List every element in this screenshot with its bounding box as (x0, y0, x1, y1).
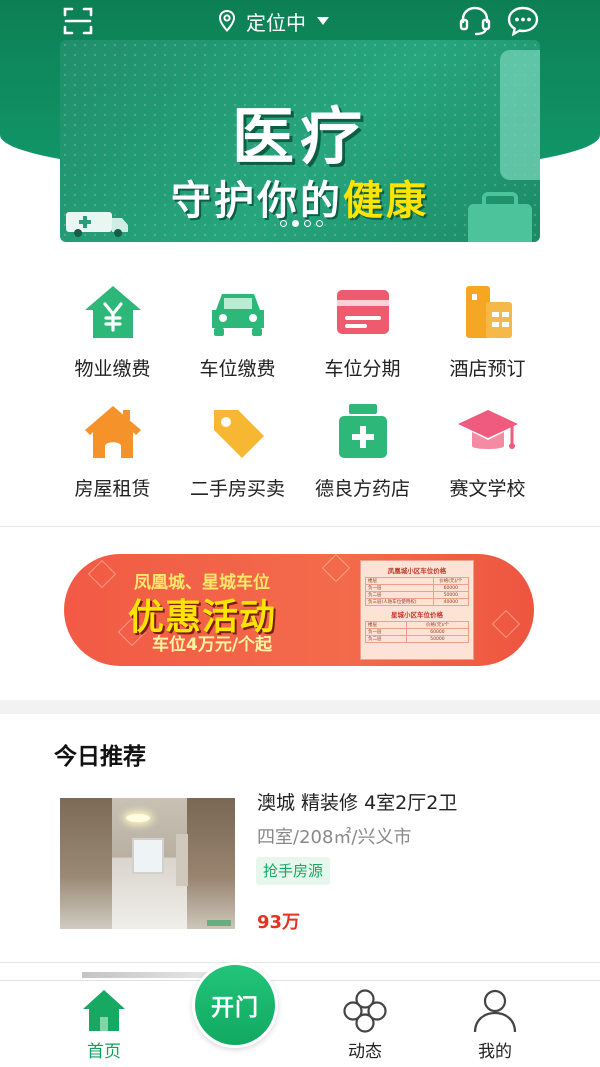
tab-label: 首页 (87, 1042, 121, 1062)
graduation-cap-icon (457, 410, 518, 449)
service-label: 二手房买卖 (189, 478, 285, 500)
chat-icon[interactable] (506, 5, 540, 37)
tab-mine[interactable]: 我的 (450, 987, 540, 1062)
table-header: 楼层 (365, 577, 434, 585)
bottom-tab-bar: 首页 动态 我的 (0, 980, 600, 1067)
service-pharmacy[interactable]: 德良方药店 (300, 402, 425, 522)
banner-title: 医疗 (231, 100, 368, 173)
table-cell: 50000 (405, 635, 470, 643)
photo-watermark (207, 920, 231, 926)
hotel-icon (465, 286, 512, 338)
service-label: 赛文学校 (449, 478, 526, 500)
listing-photo[interactable] (60, 798, 235, 929)
table-cell: 负二层 (365, 635, 407, 643)
banner-subtitle: 守护你的健康 (60, 168, 540, 226)
photo-ceiling-lamp (126, 814, 150, 822)
service-school[interactable]: 赛文学校 (425, 402, 550, 522)
open-door-button[interactable]: 开门 (192, 962, 278, 1048)
tab-label: 动态 (348, 1042, 382, 1062)
service-grid: 物业缴费 车位缴费 车位分期 酒店预订 房屋租赁 二手房买卖 德良方药店 赛文学… (50, 282, 550, 522)
service-label: 车位分期 (324, 358, 401, 380)
table-cell: 60000 (432, 584, 470, 592)
table-cell: 负三层(人防车位使用权) (365, 598, 434, 606)
price-table-panel: 凤凰城小区车位价格 楼层 价格(元)/个 负一层 60000 负二层 50000 负三… (360, 560, 474, 660)
service-label: 物业缴费 (74, 358, 151, 380)
user-icon (473, 989, 517, 1033)
service-house-rental[interactable]: 房屋租赁 (50, 402, 175, 522)
service-parking-fee[interactable]: 车位缴费 (175, 282, 300, 402)
section-gap (0, 700, 600, 714)
location-selector[interactable]: 定位中 (218, 6, 330, 36)
tab-label: 我的 (478, 1042, 512, 1062)
service-property-fee[interactable]: 物业缴费 (50, 282, 175, 402)
listing-details: 四室/208㎡/兴义市 (257, 827, 412, 848)
dropdown-caret-icon (317, 17, 329, 25)
listing-tag: 抢手房源 (256, 857, 331, 885)
listing-price: 93万 (257, 912, 301, 933)
section-divider (0, 526, 600, 527)
decor-diamond (491, 609, 521, 639)
service-label: 酒店预订 (449, 358, 526, 380)
decor-diamond (321, 554, 351, 583)
service-label: 房屋租赁 (74, 478, 151, 500)
table-cell: 60000 (405, 628, 470, 636)
tag-icon (213, 410, 264, 458)
table-header: 价格(元)/个 (405, 621, 470, 629)
photo-door (176, 834, 188, 886)
carousel-dot[interactable] (280, 220, 287, 227)
carousel-dot-active[interactable] (292, 220, 299, 227)
service-label: 德良方药店 (314, 478, 410, 500)
listing-title[interactable]: 澳城 精装修 4室2厅2卫 (257, 788, 457, 815)
table-header: 楼层 (365, 621, 407, 629)
property-fee-icon (84, 286, 141, 338)
banner-subtitle-text: 守护你的 (171, 178, 343, 224)
top-bar: 定位中 (0, 0, 600, 44)
car-icon (211, 294, 264, 336)
table-cell: 40000 (432, 598, 470, 606)
photo-wall (187, 798, 235, 929)
price-table-title: 凤凰城小区车位价格 (387, 567, 447, 575)
section-title-recommend: 今日推荐 (54, 744, 146, 770)
table-cell: 负一层 (365, 584, 434, 592)
tab-feed[interactable]: 动态 (320, 987, 410, 1062)
parking-promo-banner[interactable]: 凤凰城、星城车位 优惠活动 车位4万元/个起 凤凰城小区车位价格 楼层 价格(元)… (64, 554, 534, 666)
customer-service-icon[interactable] (458, 5, 492, 37)
photo-window (132, 838, 164, 874)
carousel-dot[interactable] (316, 220, 323, 227)
price-table-1: 楼层 价格(元)/个 负一层 60000 负二层 50000 负三层(人防车位使用权)… (365, 577, 470, 606)
decor-diamond (87, 559, 117, 589)
service-hotel-booking[interactable]: 酒店预订 (425, 282, 550, 402)
service-parking-installment[interactable]: 车位分期 (300, 282, 425, 402)
promo-price-note: 车位4万元/个起 (152, 635, 273, 655)
table-cell: 50000 (432, 591, 470, 599)
location-label: 定位中 (246, 10, 306, 35)
tab-home[interactable]: 首页 (59, 987, 149, 1062)
carousel-dot[interactable] (304, 220, 311, 227)
section-divider (0, 962, 600, 963)
price-table-title: 星城小区车位价格 (391, 611, 443, 619)
carousel-indicator (280, 220, 323, 227)
home-icon (83, 990, 125, 1031)
table-cell: 负一层 (365, 628, 407, 636)
scan-icon[interactable] (62, 5, 94, 37)
house-icon (84, 406, 141, 458)
price-table-2: 楼层 价格(元)/个 负一层 60000 负二层 50000 (365, 621, 470, 643)
next-listing-preview (82, 972, 212, 978)
banner-subtitle-highlight: 健康 (343, 178, 429, 224)
promo-banner-carousel[interactable]: 医疗 守护你的健康 (60, 40, 540, 242)
service-second-hand-house[interactable]: 二手房买卖 (175, 402, 300, 522)
service-label: 车位缴费 (199, 358, 276, 380)
clover-icon (343, 989, 387, 1033)
table-cell: 负二层 (365, 591, 434, 599)
table-header: 价格(元)/个 (432, 577, 470, 585)
card-icon (336, 290, 389, 334)
location-pin-icon (218, 10, 236, 32)
medicine-box-icon (338, 404, 387, 458)
photo-wall (60, 798, 112, 929)
